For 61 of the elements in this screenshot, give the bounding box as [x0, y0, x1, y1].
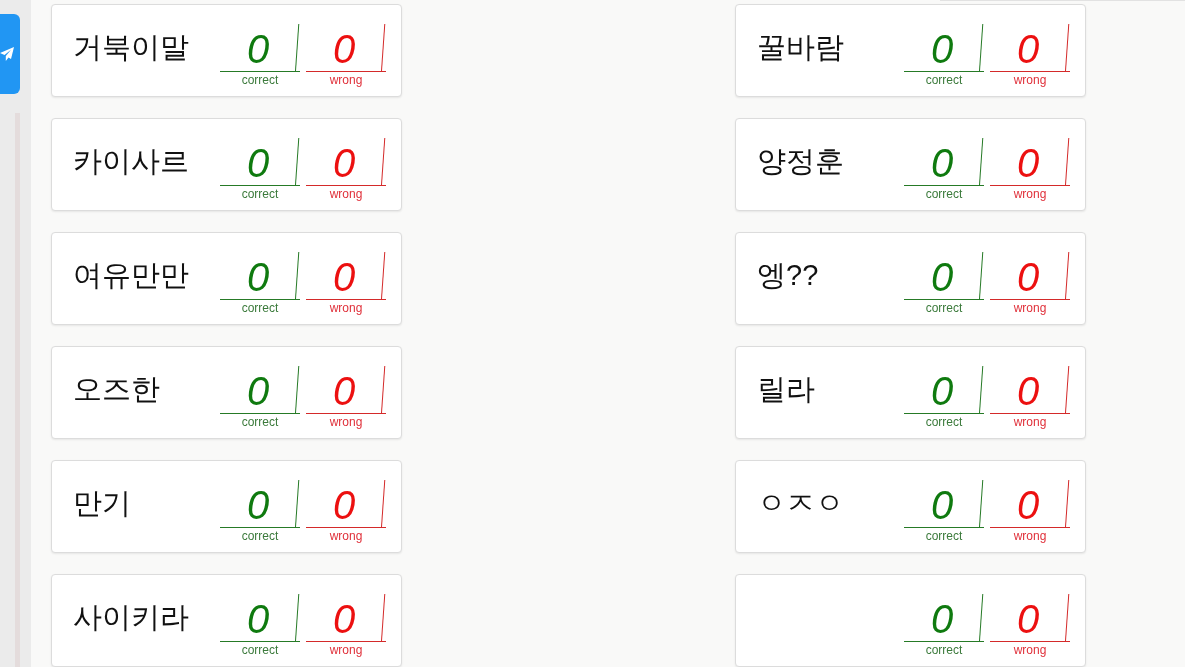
score-count: 0: [306, 24, 386, 72]
player-name: 릴라: [757, 372, 815, 406]
score-label: wrong: [1013, 73, 1047, 87]
score-label: correct: [925, 187, 963, 201]
score-label: correct: [241, 529, 279, 543]
score-label: wrong: [329, 415, 363, 429]
player-name: 거북이말: [73, 30, 189, 64]
score-label: correct: [925, 529, 963, 543]
score-count: 0: [990, 594, 1070, 642]
score-count: 0: [904, 480, 984, 528]
score-count: 0: [220, 24, 300, 72]
score-count: 0: [306, 594, 386, 642]
score-count: 0: [990, 366, 1070, 414]
score-count: 0: [220, 138, 300, 186]
paper-plane-icon: [0, 47, 14, 61]
score-label: wrong: [1013, 643, 1047, 657]
score-count: 0: [306, 252, 386, 300]
player-name: 카이사르: [73, 144, 189, 178]
score-label: wrong: [329, 187, 363, 201]
score-label: correct: [241, 73, 279, 87]
send-button[interactable]: [0, 14, 20, 94]
score-count: 0: [904, 252, 984, 300]
score-label: correct: [925, 73, 963, 87]
score-count: 0: [220, 480, 300, 528]
score-label: correct: [925, 415, 963, 429]
score-label: correct: [241, 415, 279, 429]
player-name: 꿀바람: [757, 30, 844, 64]
score-count: 0: [220, 366, 300, 414]
player-name: ㅇㅈㅇ: [757, 486, 844, 520]
score-count: 0: [904, 24, 984, 72]
player-name: 만기: [73, 486, 131, 520]
score-label: wrong: [329, 301, 363, 315]
score-count: 0: [306, 138, 386, 186]
score-label: correct: [925, 643, 963, 657]
score-count: 0: [220, 252, 300, 300]
score-count: 0: [306, 480, 386, 528]
player-name: 양정훈: [757, 144, 844, 178]
score-count: 0: [306, 366, 386, 414]
score-label: wrong: [1013, 529, 1047, 543]
score-label: wrong: [1013, 187, 1047, 201]
score-label: wrong: [1013, 415, 1047, 429]
score-count: 0: [990, 24, 1070, 72]
score-label: wrong: [1013, 301, 1047, 315]
player-name: 여유만만: [73, 258, 189, 292]
score-label: correct: [925, 301, 963, 315]
player-name: 사이키라: [73, 600, 189, 634]
score-label: wrong: [329, 73, 363, 87]
score-count: 0: [904, 366, 984, 414]
score-count: 0: [990, 480, 1070, 528]
player-name: 엥??: [757, 258, 819, 292]
score-count: 0: [904, 594, 984, 642]
score-label: correct: [241, 643, 279, 657]
score-count: 0: [990, 252, 1070, 300]
player-name: 오즈한: [73, 372, 160, 406]
score-label: correct: [241, 301, 279, 315]
score-count: 0: [904, 138, 984, 186]
score-label: wrong: [329, 529, 363, 543]
score-label: wrong: [329, 643, 363, 657]
score-count: 0: [990, 138, 1070, 186]
score-label: correct: [241, 187, 279, 201]
score-count: 0: [220, 594, 300, 642]
